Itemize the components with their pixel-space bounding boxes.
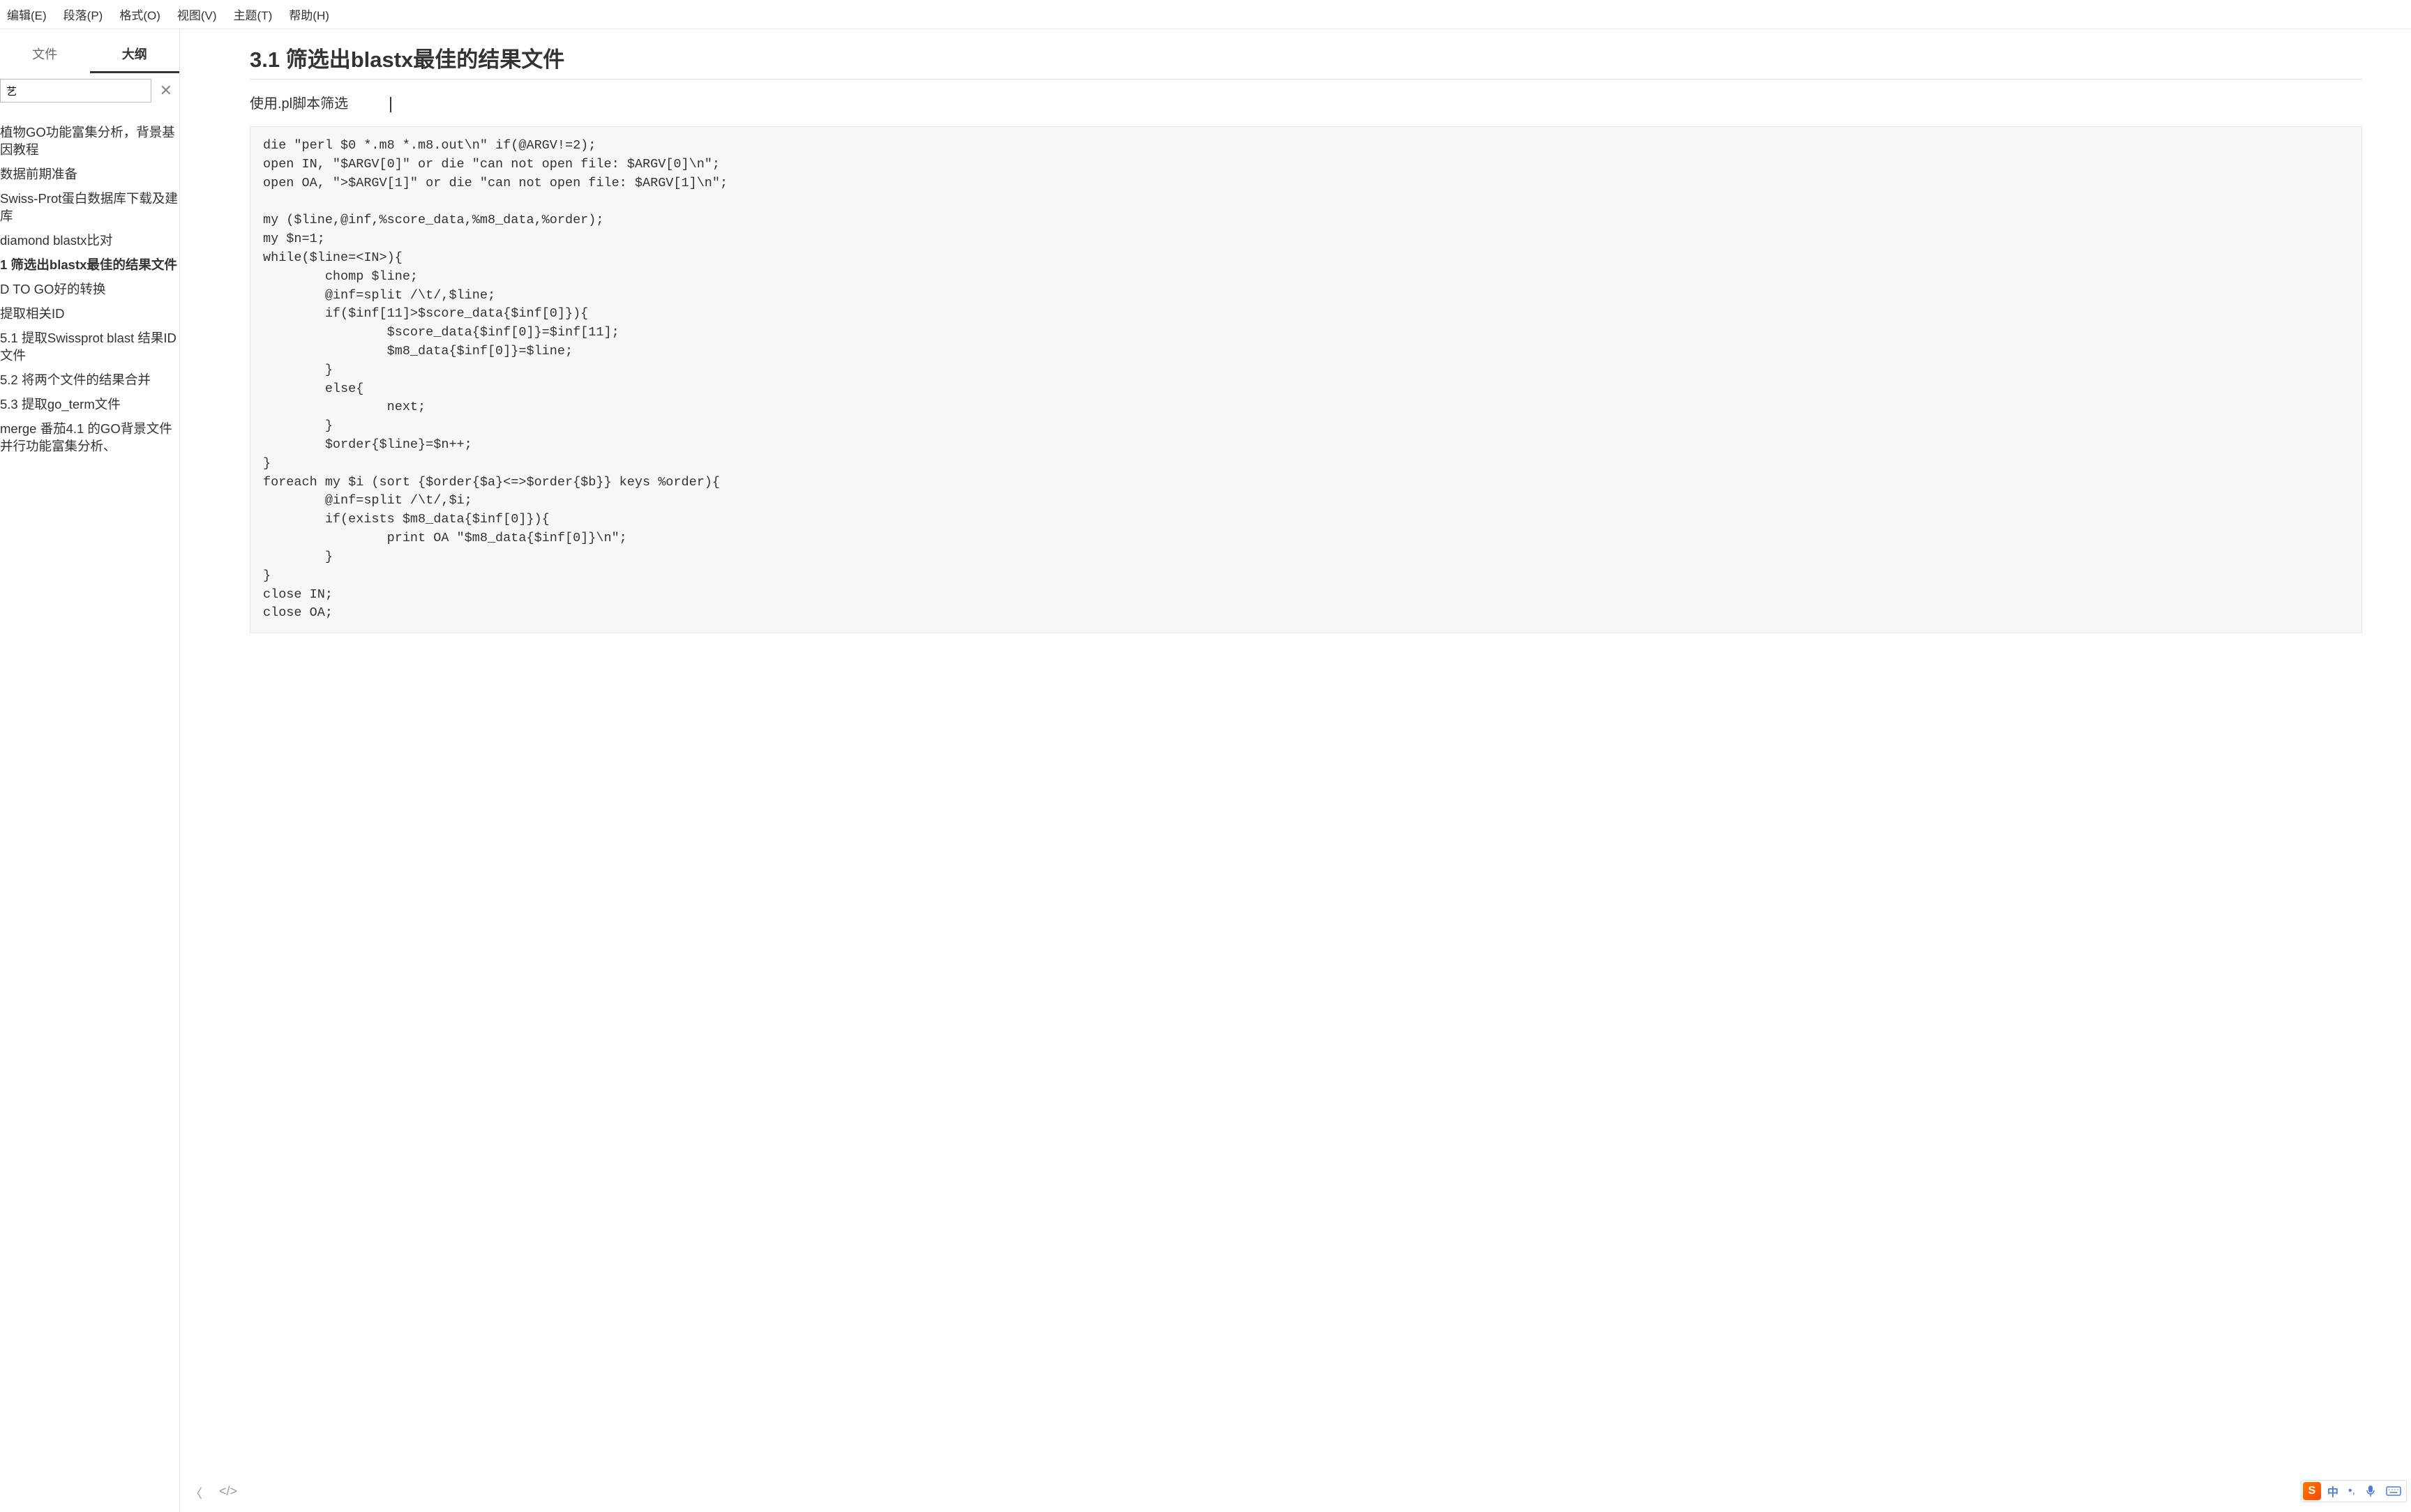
outline-item[interactable]: diamond blastx比对 (0, 229, 179, 253)
menu-help[interactable]: 帮助(H) (285, 4, 333, 24)
bottom-bar: 〈 </> (190, 1484, 237, 1502)
ime-logo-icon[interactable]: S (2303, 1482, 2321, 1500)
outline-item[interactable]: 1 筛选出blastx最佳的结果文件 (0, 253, 179, 278)
mic-icon[interactable] (2361, 1483, 2380, 1499)
code-toggle-icon[interactable]: </> (219, 1484, 237, 1502)
outline-item[interactable]: 5.2 将两个文件的结果合并 (0, 368, 179, 393)
main-container: 文件 大纲 ✕ 植物GO功能富集分析，背景基因教程数据前期准备Swiss-Pro… (0, 29, 2411, 1512)
menu-edit[interactable]: 编辑(E) (3, 4, 51, 24)
menu-theme[interactable]: 主题(T) (230, 4, 277, 24)
outline-item[interactable]: D TO GO好的转换 (0, 278, 179, 302)
text-cursor (390, 97, 391, 112)
close-icon[interactable]: ✕ (157, 82, 175, 100)
tab-outline[interactable]: 大纲 (90, 38, 180, 73)
menubar: 编辑(E) 段落(P) 格式(O) 视图(V) 主题(T) 帮助(H) (0, 0, 2411, 29)
menu-view[interactable]: 视图(V) (173, 4, 221, 24)
menu-format[interactable]: 格式(O) (115, 4, 165, 24)
heading: 3.1 筛选出blastx最佳的结果文件 (250, 42, 2362, 80)
code-block[interactable]: die "perl $0 *.m8 *.m8.out\n" if(@ARGV!=… (250, 126, 2362, 633)
search-input[interactable] (0, 79, 151, 103)
content-area[interactable]: 3.1 筛选出blastx最佳的结果文件 使用.pl脚本筛选 die "perl… (180, 29, 2411, 1512)
outline-item[interactable]: 5.1 提取Swissprot blast 结果ID文件 (0, 326, 179, 368)
search-row: ✕ (0, 73, 179, 108)
keyboard-icon[interactable] (2382, 1484, 2405, 1498)
back-icon[interactable]: 〈 (190, 1484, 202, 1502)
outline-item[interactable]: 5.3 提取go_term文件 (0, 393, 179, 417)
outline-item[interactable]: 植物GO功能富集分析，背景基因教程 (0, 121, 179, 162)
sidebar-tabs: 文件 大纲 (0, 29, 179, 73)
ime-punct[interactable]: •, (2345, 1483, 2359, 1499)
ime-bar: S 中 •, (2301, 1480, 2407, 1502)
outline-item[interactable]: Swiss-Prot蛋白数据库下载及建库 (0, 187, 179, 229)
paragraph: 使用.pl脚本筛选 (250, 92, 2362, 112)
outline-item[interactable]: 数据前期准备 (0, 162, 179, 187)
tab-file[interactable]: 文件 (0, 38, 90, 73)
outline-list: 植物GO功能富集分析，背景基因教程数据前期准备Swiss-Prot蛋白数据库下载… (0, 108, 179, 1512)
outline-item[interactable]: merge 番茄4.1 的GO背景文件并行功能富集分析、 (0, 417, 179, 459)
menu-paragraph[interactable]: 段落(P) (59, 4, 107, 24)
sidebar: 文件 大纲 ✕ 植物GO功能富集分析，背景基因教程数据前期准备Swiss-Pro… (0, 29, 180, 1512)
ime-lang[interactable]: 中 (2324, 1481, 2342, 1501)
outline-item[interactable]: 提取相关ID (0, 302, 179, 326)
